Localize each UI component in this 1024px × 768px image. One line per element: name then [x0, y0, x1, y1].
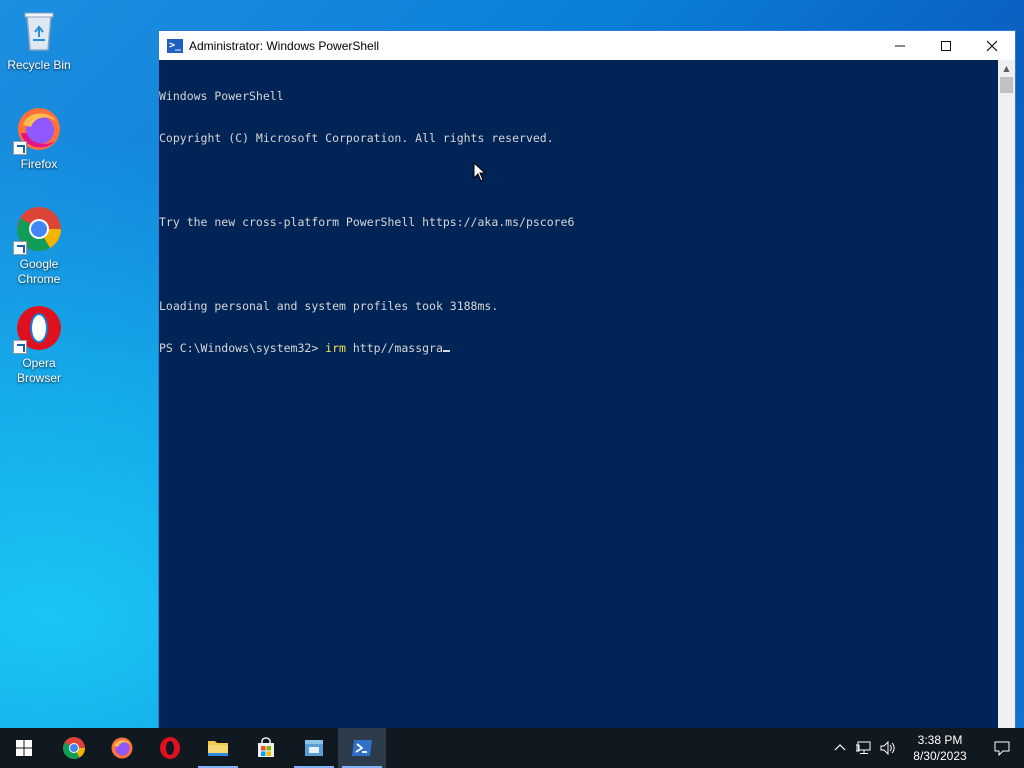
desktop-icon-opera[interactable]: Opera Browser [4, 304, 74, 386]
console-line: Loading personal and system profiles too… [159, 299, 499, 313]
mouse-pointer-icon [473, 162, 487, 182]
window-titlebar[interactable]: >_ Administrator: Windows PowerShell [159, 31, 1015, 60]
console-line: Copyright (C) Microsoft Corporation. All… [159, 131, 554, 145]
vertical-scrollbar[interactable]: ▲ [998, 60, 1015, 729]
taskbar-store[interactable] [242, 728, 290, 768]
firefox-icon [13, 105, 63, 155]
desktop-icon-label: Google Chrome [17, 257, 61, 286]
volume-button[interactable] [876, 728, 900, 768]
console-prompt: PS C:\Windows\system32> [159, 341, 326, 355]
taskbar-opera[interactable] [146, 728, 194, 768]
shortcut-arrow-icon [13, 241, 27, 255]
taskbar: 3:38 PM 8/30/2023 [0, 728, 1024, 768]
system-tray: 3:38 PM 8/30/2023 [828, 728, 1024, 768]
window-controls [877, 31, 1015, 60]
text-cursor [442, 350, 450, 352]
app-icon [305, 740, 323, 756]
powershell-window[interactable]: >_ Administrator: Windows PowerShell Win… [158, 30, 1016, 730]
window-title: Administrator: Windows PowerShell [189, 38, 380, 53]
shortcut-arrow-icon [13, 141, 27, 155]
powershell-icon [352, 740, 372, 756]
store-icon [258, 737, 274, 757]
powershell-icon: >_ [167, 38, 183, 53]
notifications-button[interactable] [980, 728, 1024, 768]
chrome-icon [13, 205, 63, 255]
desktop-icon-label: Opera Browser [16, 356, 61, 385]
taskbar-app[interactable] [290, 728, 338, 768]
notification-icon [994, 741, 1010, 756]
console-command: irm [325, 341, 346, 355]
maximize-button[interactable] [923, 31, 969, 60]
desktop-icon-chrome[interactable]: Google Chrome [4, 205, 74, 287]
desktop-icon-label: Firefox [20, 157, 58, 171]
clock-time: 3:38 PM [917, 733, 963, 747]
opera-icon [160, 737, 180, 759]
maximize-icon [941, 40, 951, 51]
taskbar-firefox[interactable] [98, 728, 146, 768]
taskbar-file-explorer[interactable] [194, 728, 242, 768]
scroll-up-button[interactable]: ▲ [998, 60, 1015, 77]
clock[interactable]: 3:38 PM 8/30/2023 [900, 732, 980, 764]
taskbar-chrome[interactable] [50, 728, 98, 768]
close-icon [986, 40, 998, 51]
console-output[interactable]: Windows PowerShell Copyright (C) Microso… [159, 60, 999, 729]
console-argument: http//massgra [345, 341, 443, 355]
chevron-up-icon [834, 744, 846, 751]
desktop-icon-firefox[interactable]: Firefox [4, 105, 74, 172]
desktop-icon-recycle-bin[interactable]: Recycle Bin [4, 6, 74, 73]
volume-icon [880, 741, 895, 755]
minimize-icon [895, 45, 905, 46]
show-hidden-icons-button[interactable] [828, 728, 852, 768]
file-explorer-icon [208, 741, 228, 756]
firefox-icon [111, 737, 133, 759]
taskbar-powershell[interactable] [338, 728, 386, 768]
minimize-button[interactable] [877, 31, 923, 60]
start-button[interactable] [0, 728, 48, 768]
recycle-bin-icon [15, 6, 63, 54]
windows-logo-icon [16, 740, 32, 756]
network-icon [856, 741, 871, 754]
shortcut-arrow-icon [13, 340, 27, 354]
console-input-line[interactable]: PS C:\Windows\system32> irm http//massgr… [159, 341, 999, 355]
console-line: Try the new cross-platform PowerShell ht… [159, 215, 575, 229]
scroll-thumb[interactable] [1000, 77, 1013, 93]
chrome-icon [63, 737, 85, 759]
console-line: Windows PowerShell [159, 89, 284, 103]
desktop-icon-label: Recycle Bin [7, 58, 71, 72]
opera-icon [13, 304, 63, 354]
network-button[interactable] [852, 728, 876, 768]
close-button[interactable] [969, 31, 1015, 60]
clock-date: 8/30/2023 [913, 749, 967, 763]
